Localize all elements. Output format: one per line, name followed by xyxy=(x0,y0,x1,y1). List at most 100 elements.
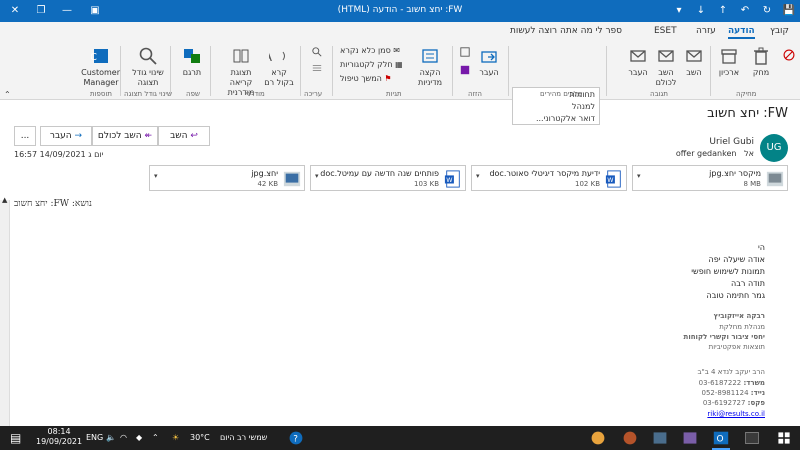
tab-message[interactable]: הודעה xyxy=(728,26,755,39)
zoom-button[interactable]: שינוי גודל תצוגה xyxy=(128,46,168,88)
weather-temp[interactable]: 30°C xyxy=(190,426,210,450)
group-label-quick-steps: שלבים מהירים xyxy=(540,90,583,98)
more-actions-button[interactable]: ... xyxy=(14,126,36,146)
tab-help[interactable]: עזרה xyxy=(696,26,716,36)
customer-manager-icon: C xyxy=(91,49,108,63)
app-icon[interactable] xyxy=(622,426,638,450)
reply-all-icon xyxy=(658,50,674,62)
tab-file[interactable]: קובץ xyxy=(770,26,789,36)
chevron-down-icon[interactable]: ▾ xyxy=(315,172,319,180)
volume-icon[interactable]: 🔈 xyxy=(106,426,116,450)
signature-address: הרב יעקב לנדא 4 ב"ב xyxy=(697,368,765,376)
group-label-move: הזזה xyxy=(468,90,482,98)
svg-text:O: O xyxy=(717,434,724,444)
language-indicator[interactable]: ENG xyxy=(86,426,103,450)
find-button[interactable] xyxy=(306,46,328,61)
divider xyxy=(300,46,301,96)
divider xyxy=(120,46,121,96)
reply-all-action-button[interactable]: ↞ השב לכולם xyxy=(92,126,158,146)
body-line: תודה רבה xyxy=(731,279,765,288)
reply-all-icon: ↞ xyxy=(141,131,153,141)
recipient-name[interactable]: offer gedanken xyxy=(676,149,737,158)
forward-action-button[interactable]: → העבר xyxy=(40,126,92,146)
signature-name: רבקה אייזקוביץ xyxy=(713,312,765,320)
tab-tell-me[interactable]: ספר לי מה אתה רוצה לעשות xyxy=(510,26,622,36)
signature-fax: פקס: 03-6192727 xyxy=(702,399,765,407)
word-file-icon: W xyxy=(605,170,621,188)
body-line: הי xyxy=(757,243,765,252)
categorize-button[interactable]: ▦ חלק לקטגוריות xyxy=(340,60,403,69)
down-arrow-icon[interactable]: ↓ xyxy=(690,0,712,22)
chevron-down-icon[interactable]: ▾ xyxy=(476,172,480,180)
reply-action-button[interactable]: ↩ השב xyxy=(158,126,210,146)
forward-icon: → xyxy=(71,131,83,141)
weather-icon[interactable]: ☀ xyxy=(172,426,179,450)
onenote-icon[interactable] xyxy=(458,64,472,79)
body-line: גמר חתימה טובה xyxy=(706,291,765,300)
scroll-up-icon[interactable]: ▲ xyxy=(2,196,7,204)
app-icon[interactable] xyxy=(652,426,668,450)
signature-office: משרד: 03-6187222 xyxy=(698,379,765,387)
undo-icon[interactable]: ↶ xyxy=(734,0,756,22)
forward-button[interactable]: העבר xyxy=(624,46,652,78)
start-icon[interactable] xyxy=(776,426,792,450)
ignore-icon[interactable] xyxy=(780,48,798,64)
up-arrow-icon[interactable]: ↑ xyxy=(712,0,734,22)
clock[interactable]: 08:14 19/09/2021 xyxy=(36,427,82,450)
reply-all-button[interactable]: השב לכולם xyxy=(652,46,680,88)
delete-button[interactable]: מחק xyxy=(746,46,776,78)
chevron-up-icon[interactable]: ⌃ xyxy=(152,426,159,450)
tab-eset[interactable]: ESET xyxy=(654,26,677,36)
title-bar: ✕ ❐ — ▣ FW: יחצ חשוב - הודעה (HTML) ▾ ↓ … xyxy=(0,0,800,22)
mark-unread-button[interactable]: ✉ סמן כלא נקרא xyxy=(340,46,400,55)
redo-icon[interactable]: ↻ xyxy=(756,0,778,22)
help-icon[interactable]: ? xyxy=(288,426,304,450)
divider xyxy=(332,46,333,96)
related-icon xyxy=(312,65,322,71)
divider xyxy=(606,46,607,96)
quick-step-item[interactable]: דואר אלקטרוני... xyxy=(536,114,595,123)
forward-icon xyxy=(630,50,646,62)
wifi-icon[interactable]: ◠ xyxy=(120,426,127,450)
collapse-ribbon-icon[interactable]: ⌃ xyxy=(4,90,11,99)
group-label-respond: תגובה xyxy=(650,90,669,98)
taskbar: ▤ 08:14 19/09/2021 ENG 🔈 ◠ ◆ ⌃ ☀ 30°C שמ… xyxy=(0,426,800,450)
immersive-reader-icon xyxy=(233,49,249,63)
move-button[interactable]: העבר xyxy=(474,46,504,78)
rules-icon[interactable] xyxy=(458,46,472,61)
sender-name[interactable]: Uriel Gubi xyxy=(709,137,754,147)
attachment-item[interactable]: W פותחים שנה חדשה עם עמיטל.doc 103 KB ▾ xyxy=(310,165,466,191)
image-file-icon xyxy=(283,171,301,187)
ribbon: מחק ארכיון מחיקה השב השב לכולם העבר תגוב… xyxy=(0,42,800,125)
scrollbar[interactable] xyxy=(0,200,10,426)
attachment-item[interactable]: W ידיעת מיקסר דיגיטלי סאוטר.doc 102 KB ▾ xyxy=(471,165,627,191)
chevron-down-icon[interactable]: ▾ xyxy=(637,172,641,180)
more-icon[interactable]: ▾ xyxy=(668,0,690,22)
archive-button[interactable]: ארכיון xyxy=(714,46,744,78)
signature-email-link[interactable]: riki@results.co.il xyxy=(707,410,765,418)
sender-avatar[interactable]: UG xyxy=(760,134,788,162)
app-icon[interactable] xyxy=(682,426,698,450)
translate-button[interactable]: תרגם xyxy=(178,46,206,78)
body-line: אודה שיעלה יפה xyxy=(708,255,765,264)
save-icon[interactable]: 💾 xyxy=(778,0,800,22)
dropbox-icon[interactable]: ◆ xyxy=(136,426,142,450)
read-aloud-button[interactable]: A קרא בקול רם xyxy=(262,46,296,88)
customer-manager-button[interactable]: C Customer Manager xyxy=(81,46,120,88)
quick-step-item[interactable]: למנהל xyxy=(572,102,595,111)
attachment-item[interactable]: מיקסר יחצ.jpg 8 MB ▾ xyxy=(632,165,788,191)
trash-icon xyxy=(754,47,768,65)
app-icon[interactable] xyxy=(744,426,760,450)
word-file-icon: W xyxy=(444,170,460,188)
outlook-taskbar-icon[interactable]: O xyxy=(712,426,730,450)
browser-icon[interactable] xyxy=(590,426,606,450)
sent-date: יום ג 14/09/2021 16:57 xyxy=(14,150,104,159)
reply-button[interactable]: השב xyxy=(680,46,708,78)
follow-up-button[interactable]: ⚑ המשך טיפול xyxy=(340,74,392,83)
attachment-item[interactable]: יחצ.jpg 42 KB ▾ xyxy=(149,165,305,191)
notifications-icon[interactable]: ▤ xyxy=(10,426,21,450)
weather-text[interactable]: שמשי רב היום xyxy=(220,426,267,450)
related-button[interactable] xyxy=(306,62,328,77)
assign-policy-button[interactable]: הקצה מדיניות xyxy=(412,46,448,88)
chevron-down-icon[interactable]: ▾ xyxy=(154,172,158,180)
